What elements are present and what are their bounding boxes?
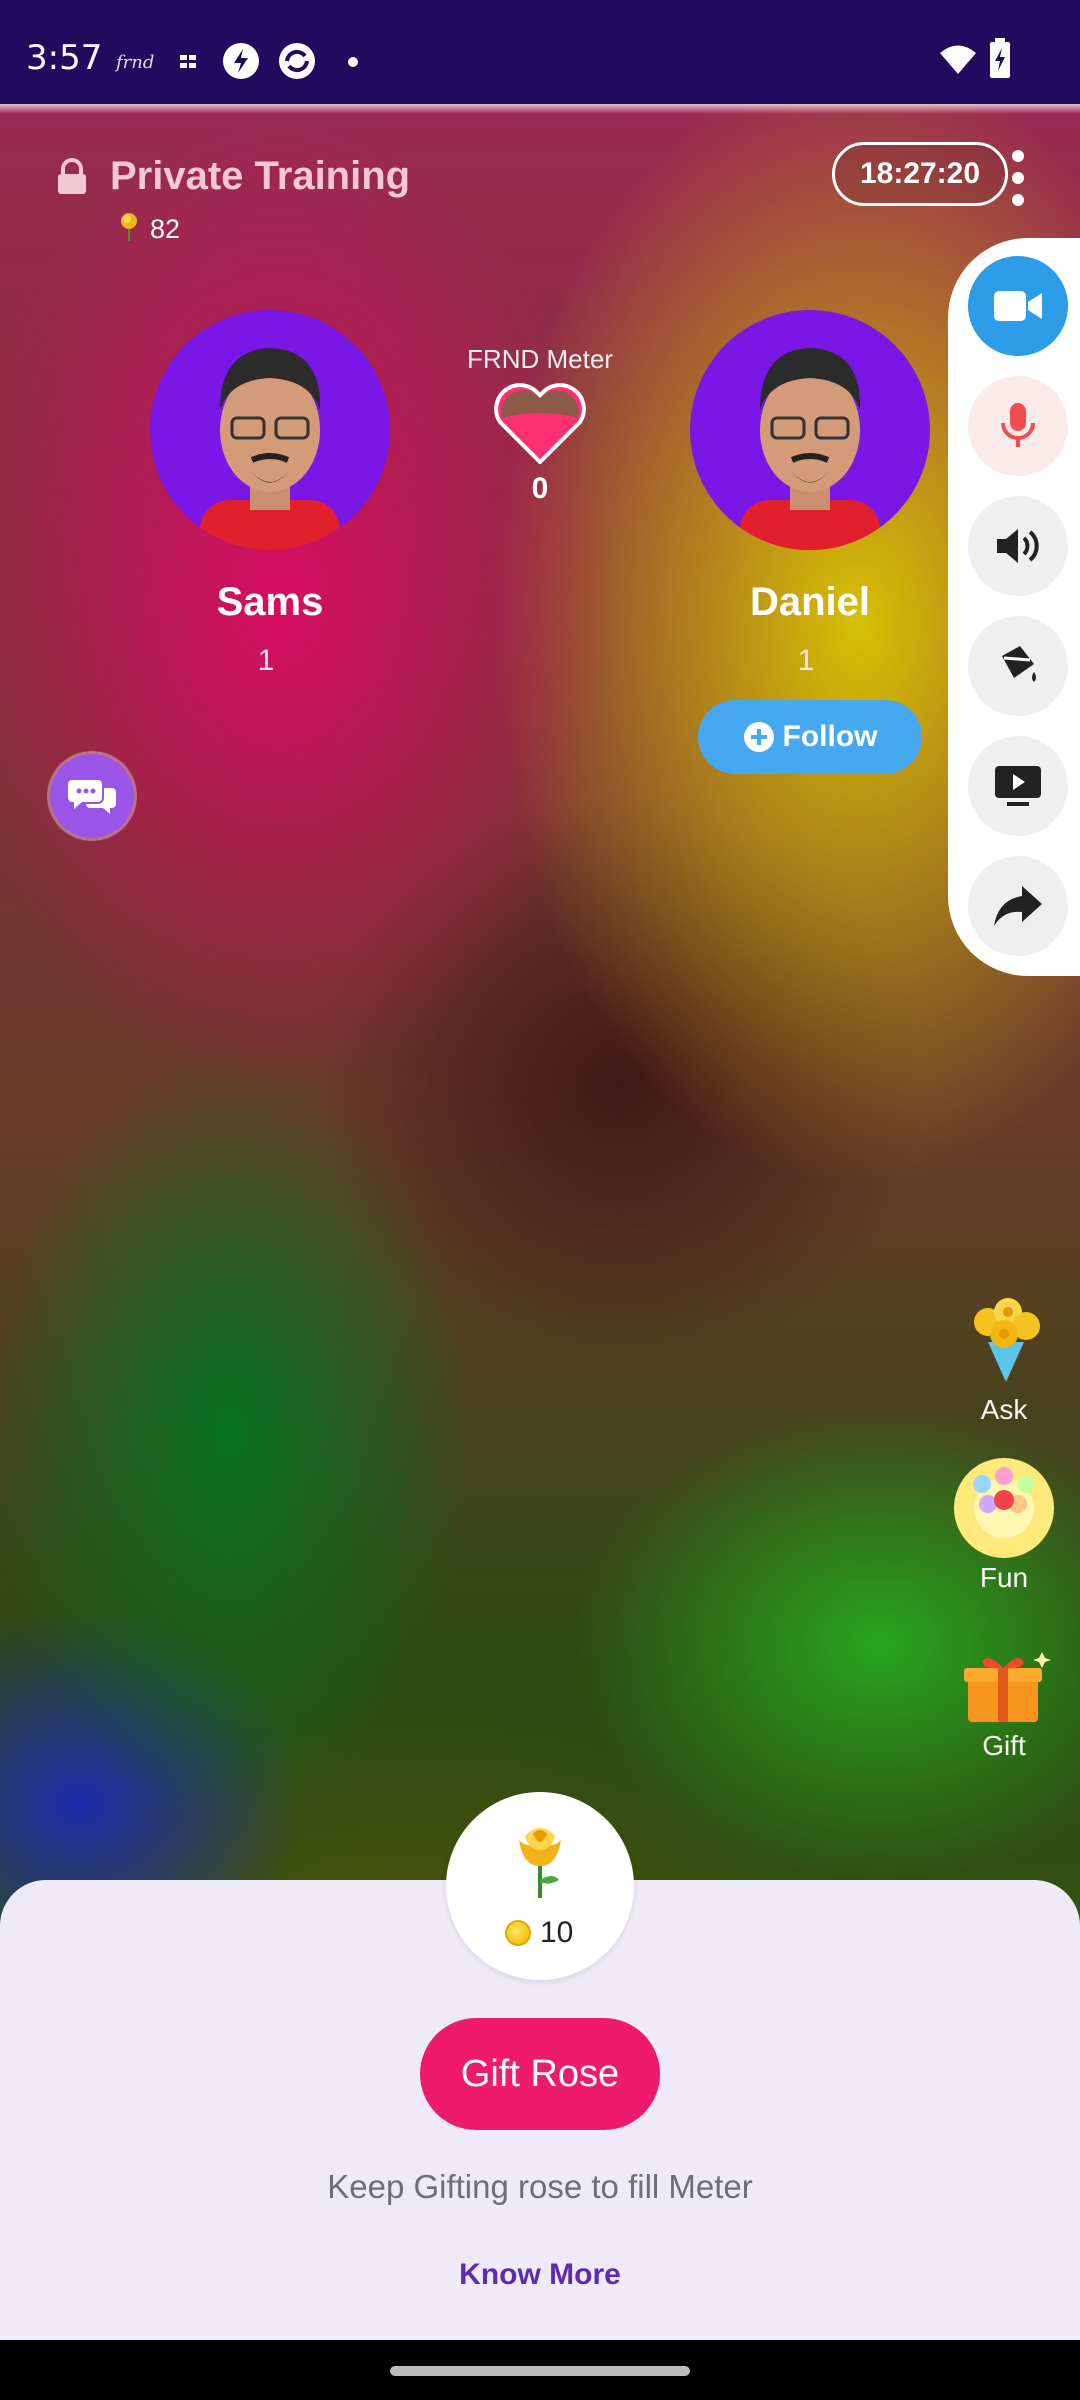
top-divider [0,104,1080,114]
home-gesture-handle[interactable] [390,2366,690,2376]
theme-button[interactable] [968,616,1068,716]
grid-notification-icon [180,55,196,68]
host-count-daniel: 1 [797,644,815,677]
plus-circle-icon [743,722,774,752]
mic-icon [1001,403,1035,447]
screen-share-icon [995,766,1041,806]
lock-icon [58,158,86,194]
frnd-meter-value: 0 [531,472,549,505]
chat-button[interactable] [50,754,134,838]
rose-small-icon [121,213,137,241]
know-more-link[interactable]: Know More [0,2258,1080,2292]
chat-icon [68,780,116,814]
host-name-sams: Sams [216,580,324,624]
ask-bouquet-icon[interactable] [958,1292,1054,1388]
video-toggle-button[interactable] [968,256,1068,356]
host-name-daniel: Daniel [749,580,871,624]
room-title: Private Training [110,154,411,198]
frnd-notification-icon: frnd [116,52,155,73]
mic-toggle-button[interactable] [968,376,1068,476]
gift-label[interactable]: Gift [944,1730,1064,1762]
speaker-toggle-button[interactable] [968,496,1068,596]
ask-label[interactable]: Ask [944,1394,1064,1426]
follow-button[interactable]: Follow [698,700,922,774]
screen-share-button[interactable] [968,736,1068,836]
fun-games-icon[interactable] [954,1458,1054,1558]
coin-icon [505,1920,531,1946]
room-rose-count: 82 [150,214,181,244]
speaker-icon [997,529,1039,563]
avatar-image [200,348,340,550]
share-icon [994,886,1042,926]
room-timer: 18:27:20 [832,142,1008,206]
sync-notification-icon [279,43,315,79]
more-notifications-dot [348,57,358,67]
status-bar: 3:57 frnd [0,0,1080,104]
fun-label[interactable]: Fun [944,1562,1064,1594]
more-menu-icon[interactable] [1008,150,1028,206]
meter-heart-icon [494,383,586,464]
wifi-icon [940,45,976,74]
host-avatar-daniel[interactable] [690,310,930,550]
status-time: 3:57 [26,38,103,78]
gift-box-icon[interactable] [962,1648,1052,1724]
host-avatar-sams[interactable] [150,310,390,550]
avatar-image [740,348,880,550]
rose-icon [519,1828,561,1898]
rose-price: 10 [540,1916,574,1949]
follow-label: Follow [782,720,878,753]
gift-rose-button[interactable]: Gift Rose [420,2018,660,2130]
paint-bucket-icon [1002,646,1036,682]
battery-icon [990,38,1010,78]
share-button[interactable] [968,856,1068,956]
bolt-notification-icon [223,43,259,79]
gift-hint-text: Keep Gifting rose to fill Meter [327,2168,753,2205]
video-icon [994,291,1042,321]
frnd-meter-label: FRND Meter [467,344,613,374]
host-count-sams: 1 [257,644,275,677]
